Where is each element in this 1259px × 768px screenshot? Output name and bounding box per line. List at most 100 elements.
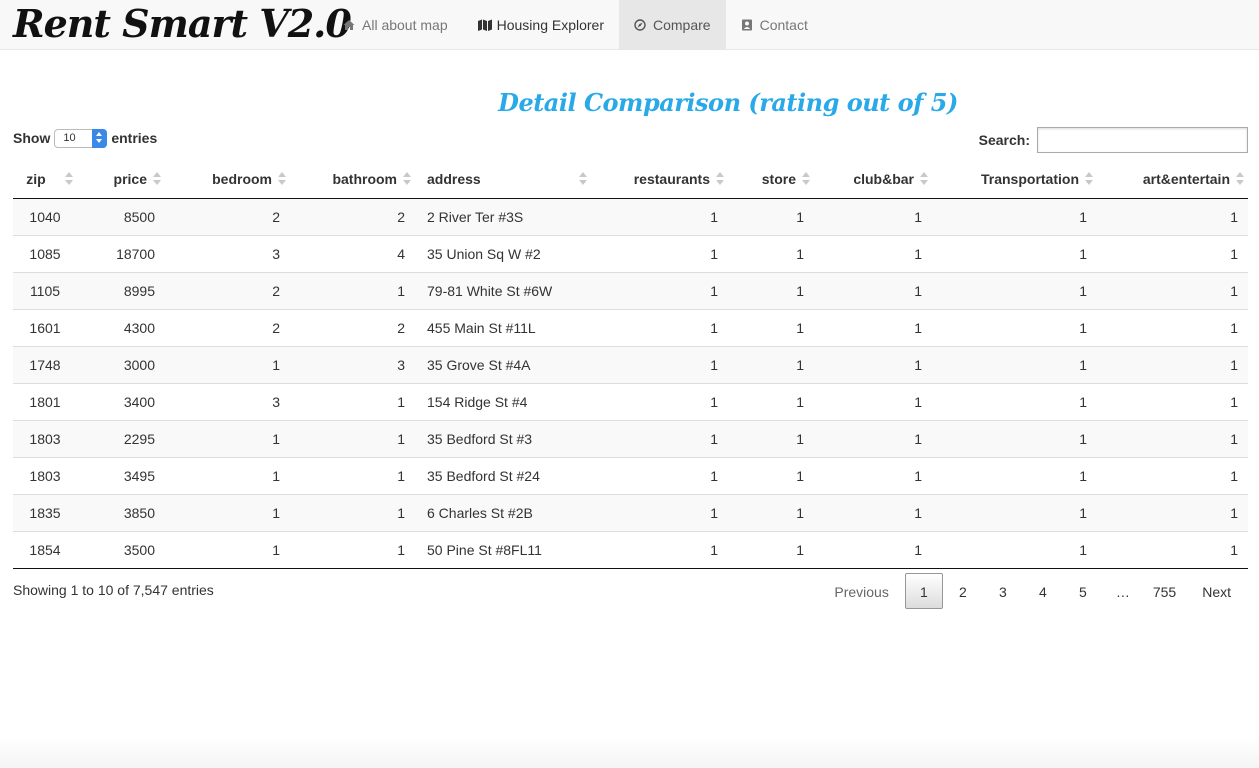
sort-icon bbox=[802, 172, 810, 186]
cell-transportation: 1 bbox=[1079, 208, 1087, 225]
cell-art-entertain: 1 bbox=[1097, 456, 1248, 494]
column-header-transportation[interactable]: Transportation bbox=[932, 160, 1097, 199]
cell-club-bar: 1 bbox=[814, 345, 932, 383]
column-header-price[interactable]: price bbox=[77, 160, 165, 199]
cell-club-bar: 1 bbox=[814, 530, 932, 569]
cell-transportation: 1 bbox=[932, 530, 1097, 569]
cell-zip: 1105 bbox=[13, 271, 77, 309]
tab-all-about-map[interactable]: All about map bbox=[328, 0, 463, 49]
page-button-2[interactable]: 2 bbox=[943, 573, 983, 609]
cell-bedroom: 2 bbox=[272, 208, 280, 225]
column-header-club-bar[interactable]: club&bar bbox=[814, 160, 932, 199]
entries-per-page-value: 10 bbox=[63, 131, 76, 144]
tab-compare[interactable]: Compare bbox=[619, 0, 726, 49]
search-input[interactable] bbox=[1037, 127, 1248, 153]
cell-club-bar: 1 bbox=[814, 382, 932, 420]
bottom-fade bbox=[0, 738, 1259, 768]
cell-address: 35 Bedford St #3 bbox=[415, 419, 591, 457]
cell-art-entertain: 1 bbox=[1097, 271, 1248, 309]
cell-restaurants: 1 bbox=[591, 530, 728, 569]
brand-title[interactable]: Rent Smart V2.0 bbox=[13, 0, 352, 50]
entries-per-page-select[interactable]: 10 bbox=[54, 128, 108, 148]
tab-housing-explorer[interactable]: Housing Explorer bbox=[463, 0, 619, 49]
sort-icon bbox=[1236, 172, 1244, 186]
sort-icon bbox=[920, 172, 928, 186]
cell-art-entertain: 1 bbox=[1097, 234, 1248, 272]
tab-contact[interactable]: Contact bbox=[726, 0, 823, 49]
cell-bedroom: 1 bbox=[165, 530, 290, 569]
cell-transportation: 1 bbox=[932, 419, 1097, 457]
cell-bathroom: 1 bbox=[290, 530, 415, 569]
cell-bathroom: 1 bbox=[290, 493, 415, 531]
page-button-5[interactable]: 5 bbox=[1063, 573, 1103, 609]
cell-zip: 1835 bbox=[13, 493, 77, 531]
tab-label: Compare bbox=[653, 16, 711, 33]
sort-icon bbox=[716, 172, 724, 186]
cell-bedroom: 1 bbox=[165, 345, 290, 383]
search-label: Search: bbox=[978, 132, 1030, 148]
cell-bedroom: 2 bbox=[165, 308, 290, 346]
cell-store: 1 bbox=[728, 308, 814, 346]
column-header-zip[interactable]: zip bbox=[13, 160, 77, 199]
cell-address: 35 Union Sq W #2 bbox=[415, 234, 591, 272]
sort-icon bbox=[403, 172, 411, 186]
sort-icon bbox=[579, 172, 587, 186]
cell-store: 1 bbox=[728, 382, 814, 420]
page-length-control: Show 10 entries bbox=[13, 128, 157, 148]
page-button-4[interactable]: 4 bbox=[1023, 573, 1063, 609]
cell-transportation: 1 bbox=[932, 456, 1097, 494]
cell-price: 18700 bbox=[77, 234, 165, 272]
cell-price: 3500 bbox=[77, 530, 165, 569]
page-button-3[interactable]: 3 bbox=[983, 573, 1023, 609]
cell-art-entertain: 1 bbox=[1097, 345, 1248, 383]
search-control: Search: bbox=[979, 127, 1248, 153]
comparison-table: zip price bedroom bathroom address resta… bbox=[13, 160, 1248, 569]
cell-zip: 1601 bbox=[13, 308, 77, 346]
page-title: Detail Comparison (rating out of 5) bbox=[498, 88, 958, 117]
cell-bedroom: 3 bbox=[165, 382, 290, 420]
sort-icon bbox=[153, 172, 161, 186]
cell-transportation: 1 bbox=[932, 345, 1097, 383]
cell-bathroom: 1 bbox=[290, 271, 415, 309]
cell-price: 3400 bbox=[77, 382, 165, 420]
cell-price: 3000 bbox=[77, 345, 165, 383]
cell-art-entertain: 1 bbox=[1230, 208, 1238, 225]
nav-tabs: All about map Housing Explorer Compare C… bbox=[328, 0, 823, 49]
cell-restaurants: 1 bbox=[591, 382, 728, 420]
cell-restaurants: 1 bbox=[710, 208, 718, 225]
cell-bathroom: 2 bbox=[397, 208, 405, 225]
navbar: Rent Smart V2.0 All about map Housing Ex… bbox=[0, 0, 1259, 50]
pagination: Previous 1 2 3 4 5 … 755 Next bbox=[818, 573, 1247, 609]
cell-bathroom: 4 bbox=[290, 234, 415, 272]
home-icon bbox=[343, 19, 355, 31]
cell-price: 3850 bbox=[77, 493, 165, 531]
cell-club-bar: 1 bbox=[814, 493, 932, 531]
cell-price: 2295 bbox=[77, 419, 165, 457]
table-row: 1748 3000 1 3 35 Grove St #4A 1 1 1 1 1 bbox=[13, 345, 1248, 383]
table-row: 1601 4300 2 2 455 Main St #11L 1 1 1 1 1 bbox=[13, 308, 1248, 346]
cell-zip: 1854 bbox=[13, 530, 77, 569]
cell-price: 4300 bbox=[77, 308, 165, 346]
column-header-store[interactable]: store bbox=[728, 160, 814, 199]
column-header-bathroom[interactable]: bathroom bbox=[290, 160, 415, 199]
cell-zip: 1748 bbox=[13, 345, 77, 383]
sort-icon bbox=[65, 172, 73, 186]
page-button-last[interactable]: 755 bbox=[1143, 573, 1186, 609]
cell-club-bar: 1 bbox=[814, 456, 932, 494]
cell-store: 1 bbox=[728, 419, 814, 457]
column-header-art-entertain[interactable]: art&entertain bbox=[1097, 160, 1248, 199]
cell-transportation: 1 bbox=[932, 308, 1097, 346]
cell-address: 6 Charles St #2B bbox=[415, 493, 591, 531]
tab-label: Housing Explorer bbox=[496, 16, 604, 33]
column-header-address[interactable]: address bbox=[415, 160, 591, 199]
cell-transportation: 1 bbox=[932, 382, 1097, 420]
previous-page-button[interactable]: Previous bbox=[818, 573, 904, 609]
cell-bathroom: 2 bbox=[290, 308, 415, 346]
sort-icon bbox=[278, 172, 286, 186]
next-page-button[interactable]: Next bbox=[1186, 573, 1247, 609]
page-button-1[interactable]: 1 bbox=[904, 573, 943, 609]
column-header-bedroom[interactable]: bedroom bbox=[165, 160, 290, 199]
cell-bedroom: 1 bbox=[165, 456, 290, 494]
column-header-restaurants[interactable]: restaurants bbox=[591, 160, 728, 199]
cell-address: 2 River Ter #3S bbox=[427, 208, 524, 225]
